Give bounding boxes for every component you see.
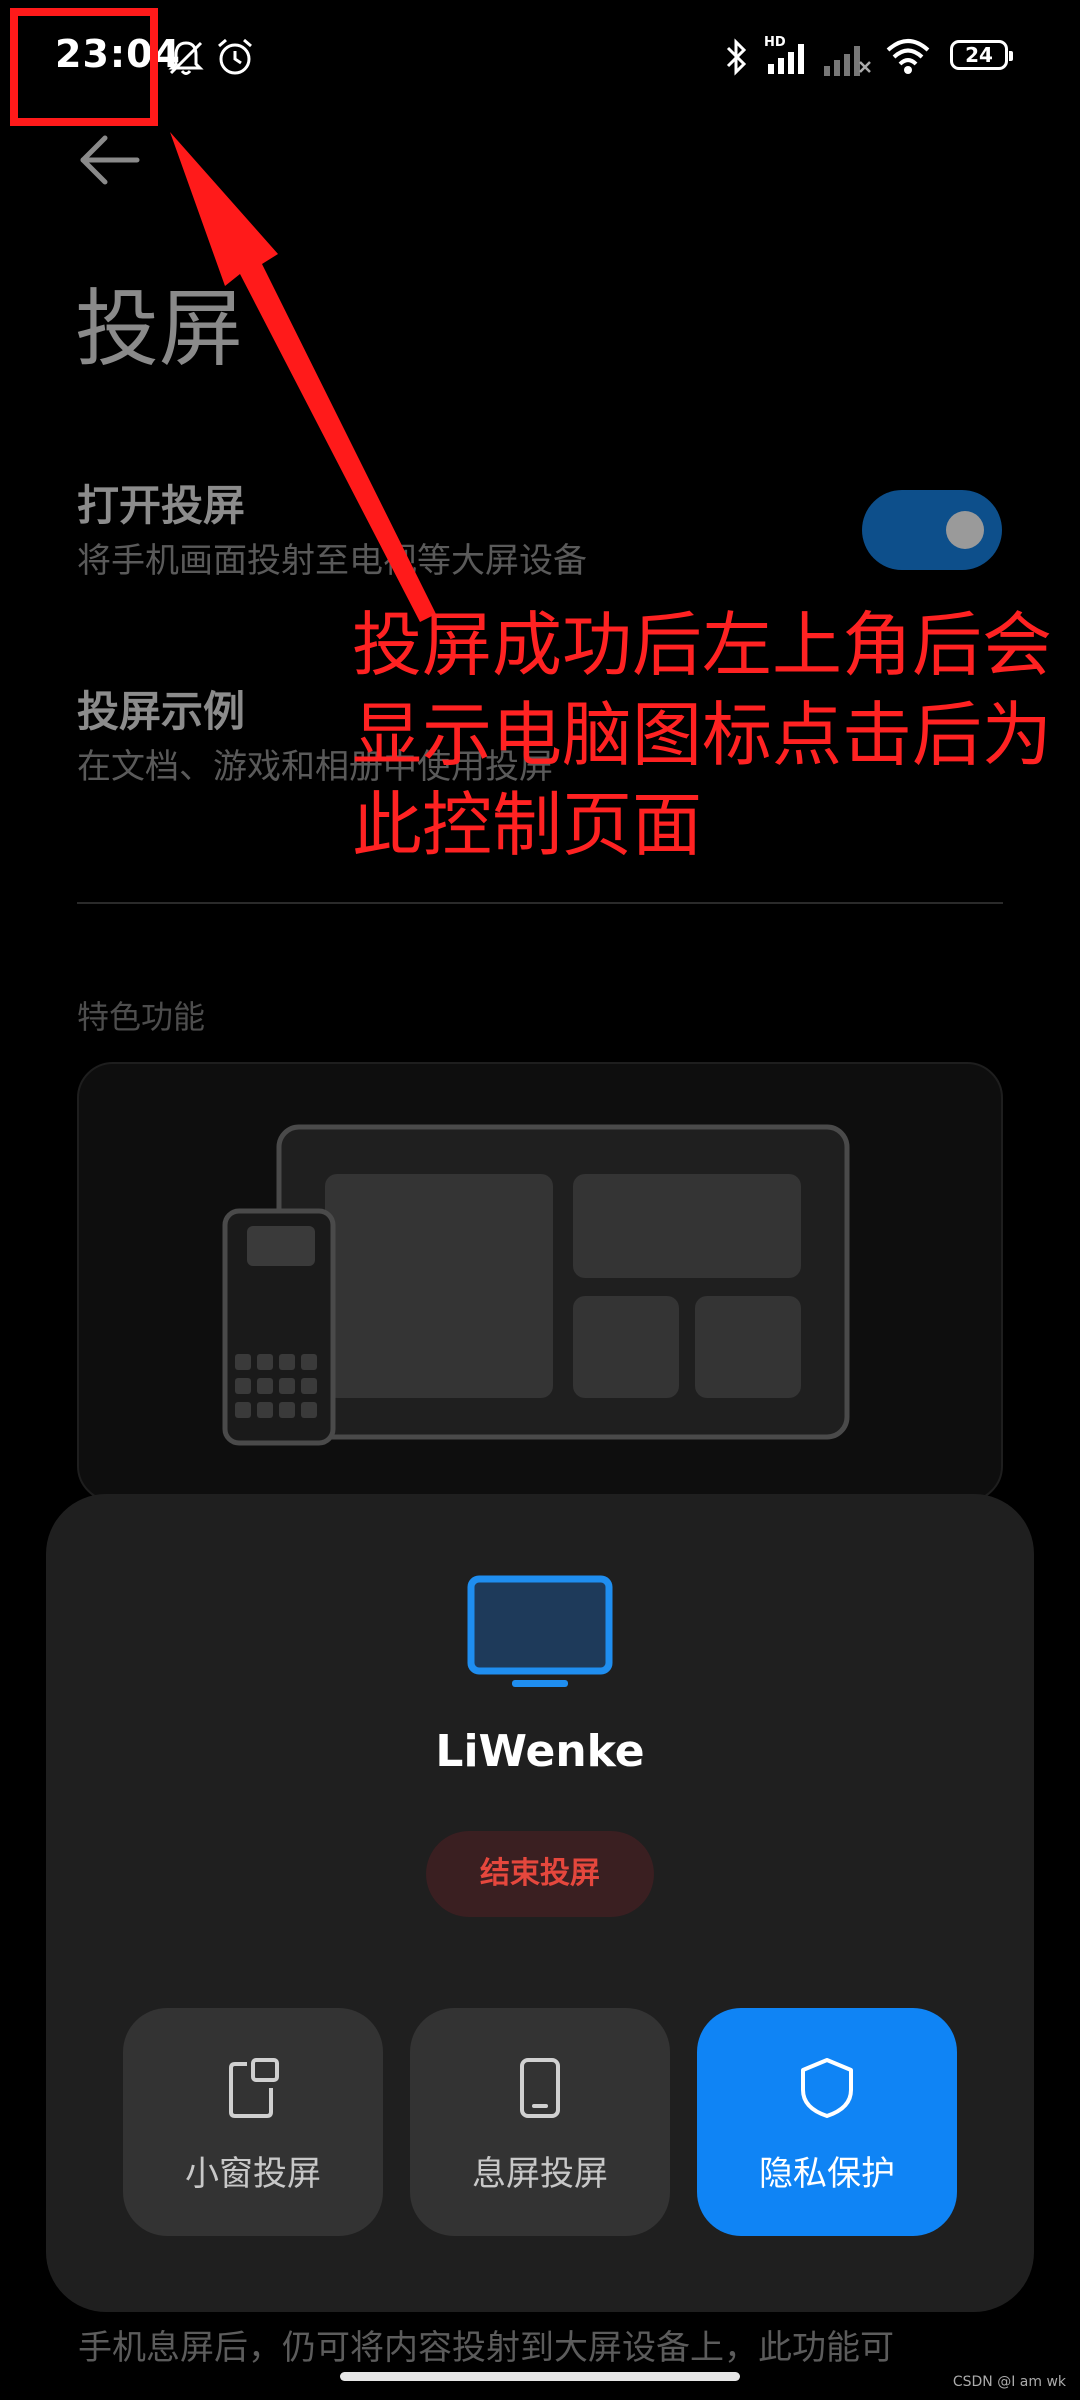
annotation-text: 投屏成功后左上角后会显示电脑图标点击后为此控制页面 bbox=[352, 604, 1052, 866]
annotation-arrow bbox=[170, 132, 436, 622]
